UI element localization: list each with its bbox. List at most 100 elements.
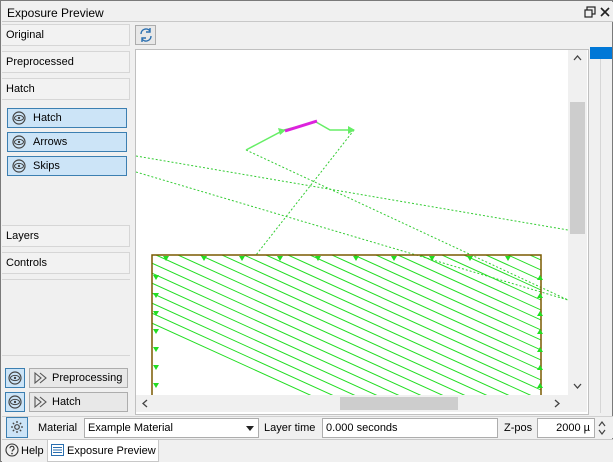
- hatch-arrow: [537, 293, 543, 298]
- gear-icon: [11, 421, 23, 433]
- zpos-value: 2000 µ: [556, 422, 590, 434]
- refresh-button[interactable]: [135, 25, 156, 45]
- section-label: Preprocessed: [6, 56, 74, 68]
- hatch-arrow: [537, 347, 543, 352]
- title-bar: Exposure Preview: [2, 2, 613, 22]
- layer-time-value: 0.000 seconds: [326, 422, 398, 434]
- layer-time-field[interactable]: 0.000 seconds: [322, 418, 498, 438]
- hatch-pattern: [152, 255, 541, 400]
- tab-exposure-preview[interactable]: Exposure Preview: [47, 440, 159, 462]
- hatch-arrow: [153, 275, 159, 280]
- hatch-arrow: [315, 256, 321, 261]
- scroll-down-icon[interactable]: [573, 383, 582, 389]
- zpos-label: Z-pos: [504, 422, 533, 434]
- left-panel: Original Preprocessed Hatch Hatch Arrows…: [2, 23, 132, 415]
- section-original[interactable]: Original: [2, 24, 130, 46]
- toggle-skips[interactable]: Skips: [7, 156, 127, 176]
- hatch-arrow: [391, 256, 397, 261]
- arrow-icon: [34, 371, 47, 385]
- hatch-arrow: [201, 256, 207, 261]
- horizontal-scroll-thumb[interactable]: [340, 397, 458, 410]
- toggle-hatch[interactable]: Hatch: [7, 108, 127, 128]
- refresh-icon: [140, 28, 152, 42]
- float-icon[interactable]: [584, 6, 596, 18]
- eye-icon: [8, 395, 22, 409]
- toggle-label: Arrows: [33, 136, 68, 148]
- exposure-drawing: [135, 119, 569, 406]
- exposure-canvas[interactable]: [135, 49, 589, 415]
- vertical-scrollbar[interactable]: [568, 50, 587, 395]
- layer-slider[interactable]: [590, 45, 612, 415]
- hatch-arrow: [429, 256, 435, 261]
- settings-button[interactable]: [6, 417, 28, 438]
- tab-label: Help: [21, 445, 44, 457]
- preprocessing-visibility-toggle[interactable]: [5, 368, 25, 388]
- hatch-arrow: [537, 383, 543, 388]
- preprocessing-button[interactable]: Preprocessing: [29, 368, 128, 388]
- tab-label: Exposure Preview: [67, 445, 156, 457]
- zpos-stepper[interactable]: [595, 419, 609, 437]
- section-label: Original: [6, 29, 44, 41]
- scroll-corner: [568, 395, 587, 412]
- hatch-visibility-toggle[interactable]: [5, 392, 25, 412]
- bottom-bar: Material Example Material Layer time 0.0…: [2, 416, 613, 438]
- toggle-label: Hatch: [33, 112, 62, 124]
- hatch-button[interactable]: Hatch: [29, 392, 128, 412]
- material-value: Example Material: [88, 422, 173, 434]
- material-select[interactable]: Example Material: [84, 418, 259, 438]
- hatch-arrow: [153, 383, 159, 388]
- divider: [2, 355, 130, 356]
- hatch-arrow: [153, 329, 159, 334]
- hatch-arrow: [153, 347, 159, 352]
- section-preprocessed[interactable]: Preprocessed: [2, 51, 130, 73]
- eye-icon: [12, 135, 26, 149]
- jump-line: [135, 155, 569, 231]
- material-label: Material: [38, 422, 78, 434]
- hatch-arrow: [153, 365, 159, 370]
- exposure-preview-window: Exposure Preview Original Preprocessed H…: [0, 0, 613, 462]
- section-layers[interactable]: Layers: [2, 225, 130, 247]
- dock-tabs: Help Exposure Preview: [2, 439, 613, 462]
- eye-icon: [8, 371, 22, 385]
- chevron-up-icon[interactable]: [598, 421, 606, 427]
- section-controls[interactable]: Controls: [2, 252, 130, 274]
- arrow-head: [348, 126, 355, 134]
- hatch-arrow: [239, 256, 245, 261]
- section-label: Layers: [6, 230, 40, 242]
- horizontal-scrollbar[interactable]: [136, 395, 568, 412]
- slider-track: [600, 59, 601, 413]
- list-icon: [51, 444, 64, 456]
- chevron-down-icon: [246, 426, 254, 431]
- scroll-right-icon[interactable]: [554, 399, 560, 408]
- preprocessing-label: Preprocessing: [52, 372, 123, 384]
- layer-time-label: Layer time: [264, 422, 316, 434]
- help-icon: [5, 443, 19, 457]
- jump-line: [255, 129, 355, 256]
- skip-segment: [284, 119, 318, 133]
- tab-help[interactable]: Help: [3, 440, 46, 462]
- toggle-label: Skips: [33, 160, 60, 172]
- scroll-left-icon[interactable]: [142, 399, 148, 408]
- divider: [2, 279, 130, 280]
- hatch-arrow: [505, 256, 511, 261]
- toggle-arrows[interactable]: Arrows: [7, 132, 127, 152]
- eye-icon: [12, 159, 26, 173]
- section-label: Controls: [6, 257, 47, 269]
- vertical-scroll-thumb[interactable]: [570, 102, 585, 234]
- layer-slider-handle[interactable]: [590, 47, 612, 59]
- zpos-field[interactable]: 2000 µ: [537, 418, 595, 438]
- section-label: Hatch: [6, 83, 35, 95]
- eye-icon: [12, 111, 26, 125]
- hatch-arrow: [353, 256, 359, 261]
- section-hatch[interactable]: Hatch: [2, 78, 130, 100]
- scroll-up-icon[interactable]: [573, 55, 582, 61]
- jump-line: [135, 171, 569, 301]
- close-icon[interactable]: [599, 6, 611, 18]
- hatch-arrow: [537, 311, 543, 316]
- chevron-down-icon[interactable]: [598, 429, 606, 435]
- hatch-label: Hatch: [52, 396, 81, 408]
- hatch-arrow: [537, 275, 543, 280]
- hatch-arrow: [537, 365, 543, 370]
- hatch-arrow: [537, 329, 543, 334]
- arrow-icon: [34, 395, 47, 409]
